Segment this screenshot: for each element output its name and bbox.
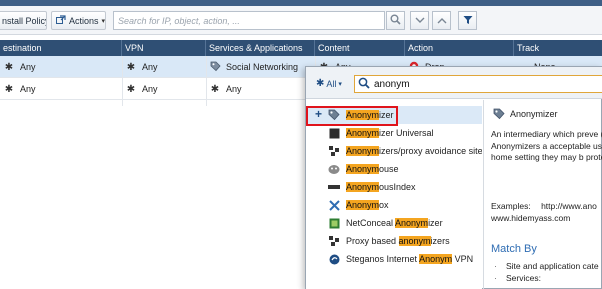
app-icon <box>328 127 340 139</box>
category-icon <box>328 145 340 157</box>
list-item[interactable]: Anonymizers/proxy avoidance sites <box>306 142 482 160</box>
object-details-pane: Anonymizer An intermediary which preve (… <box>484 100 602 289</box>
services-cell[interactable]: Social Networking <box>206 56 315 78</box>
netconceal-icon <box>328 217 340 229</box>
list-item[interactable]: Anonymizer Universal <box>306 124 482 142</box>
item-label: Anonymox <box>346 200 389 210</box>
search-results-list: + Anonymizer Anonymizer Universal Anonym… <box>306 100 482 289</box>
list-item[interactable]: Anonymouse <box>306 160 482 178</box>
column-divider <box>206 56 207 106</box>
chevron-down-icon: ▾ <box>101 17 106 25</box>
highlight-annotation-box <box>306 106 398 126</box>
policy-search-input[interactable]: Search for IP, object, action, ... <box>113 11 385 30</box>
search-value: anonym <box>374 78 410 90</box>
tag-icon <box>493 108 505 122</box>
item-label: Proxy based anonymizers <box>346 236 450 246</box>
actions-label: Actions <box>69 15 99 26</box>
column-divider <box>122 56 123 106</box>
vpn-cell[interactable]: ✱ Any <box>122 56 206 78</box>
previous-result-button[interactable] <box>432 11 451 30</box>
destination-value: Any <box>20 84 36 94</box>
picker-search-input[interactable]: anonym <box>354 75 602 93</box>
column-header-content[interactable]: Content <box>315 40 405 56</box>
examples-label: Examples: <box>491 201 531 211</box>
item-label: AnonymousIndex <box>346 182 416 192</box>
vpn-cell[interactable]: ✱ Any <box>122 78 206 100</box>
destination-cell[interactable]: ✱ Any <box>0 78 122 100</box>
vpn-value: Any <box>142 84 158 94</box>
object-picker-popup: ✱ All ▾ anonym + Anonymizer Anonymizer U… <box>305 66 602 289</box>
actions-icon <box>56 15 66 26</box>
filter-label: All <box>326 78 337 89</box>
search-button[interactable] <box>386 11 405 30</box>
tag-icon <box>208 61 222 74</box>
list-item: · Services: <box>494 273 541 283</box>
list-item[interactable]: NetConceal Anonymizer <box>306 214 482 232</box>
match-by-heading: Match By <box>491 243 537 255</box>
mouse-logo-icon <box>328 163 340 175</box>
column-header-vpn[interactable]: VPN <box>122 40 206 56</box>
next-result-button[interactable] <box>410 11 429 30</box>
install-policy-button[interactable]: nstall Policy <box>0 11 47 30</box>
any-icon: ✱ <box>126 83 136 95</box>
install-policy-label: nstall Policy <box>2 15 47 26</box>
column-header-track[interactable]: Track <box>514 40 602 56</box>
list-item[interactable]: Proxy based anonymizers <box>306 232 482 250</box>
item-label: NetConceal Anonymizer <box>346 218 443 228</box>
chevron-down-icon: ▾ <box>338 80 342 88</box>
any-icon: ✱ <box>126 61 136 73</box>
all-filter-dropdown[interactable]: ✱ All ▾ <box>316 78 342 89</box>
steganos-icon <box>328 253 340 265</box>
actions-menu-button[interactable]: Actions ▾ <box>51 11 106 30</box>
detail-description: An intermediary which preve (IP) address… <box>491 129 602 163</box>
destination-value: Any <box>20 62 36 72</box>
examples-value-2: www.hidemyass.com <box>491 212 571 223</box>
item-label: Anonymizers/proxy avoidance sites <box>346 146 482 156</box>
detail-examples: Examples: http://www.ano www.hidemyass.c… <box>491 201 602 224</box>
search-icon <box>390 14 401 27</box>
filter-button[interactable] <box>458 11 477 30</box>
bar-icon <box>328 181 340 193</box>
any-icon: ✱ <box>210 83 220 95</box>
detail-title: Anonymizer <box>510 109 558 119</box>
match-by-list: · Site and application cate · Services: <box>494 260 599 284</box>
filter-icon <box>463 15 473 27</box>
search-placeholder: Search for IP, object, action, ... <box>118 15 240 26</box>
item-label: Anonymizer Universal <box>346 128 434 138</box>
search-icon <box>358 77 370 92</box>
policy-toolbar: nstall Policy Actions ▾ Search for IP, o… <box>0 6 602 35</box>
services-cell[interactable]: ✱ Any <box>206 78 315 100</box>
vpn-value: Any <box>142 62 158 72</box>
x-logo-icon <box>328 199 340 211</box>
any-icon: ✱ <box>4 83 14 95</box>
list-item[interactable]: Anonymox <box>306 196 482 214</box>
list-item: · Site and application cate <box>494 261 599 271</box>
services-value: Social Networking <box>226 62 299 72</box>
item-label: Steganos Internet Anonym VPN <box>346 254 474 264</box>
column-header-services[interactable]: Services & Applications <box>206 40 315 56</box>
category-icon <box>328 235 340 247</box>
picker-search-bar: ✱ All ▾ anonym <box>306 67 602 99</box>
list-item[interactable]: AnonymousIndex <box>306 178 482 196</box>
column-header-destination[interactable]: estination <box>0 40 122 56</box>
any-icon: ✱ <box>4 61 14 73</box>
examples-value: http://www.ano <box>541 201 597 211</box>
item-label: Anonymouse <box>346 164 399 174</box>
chevron-down-icon <box>415 16 425 26</box>
list-item[interactable]: Steganos Internet Anonym VPN <box>306 250 482 268</box>
asterisk-icon: ✱ <box>316 78 325 89</box>
chevron-up-icon <box>437 16 447 26</box>
column-header-action[interactable]: Action <box>405 40 514 56</box>
rulebase-table-header: estination VPN Services & Applications C… <box>0 40 602 56</box>
destination-cell[interactable]: ✱ Any <box>0 56 122 78</box>
services-value: Any <box>226 84 242 94</box>
